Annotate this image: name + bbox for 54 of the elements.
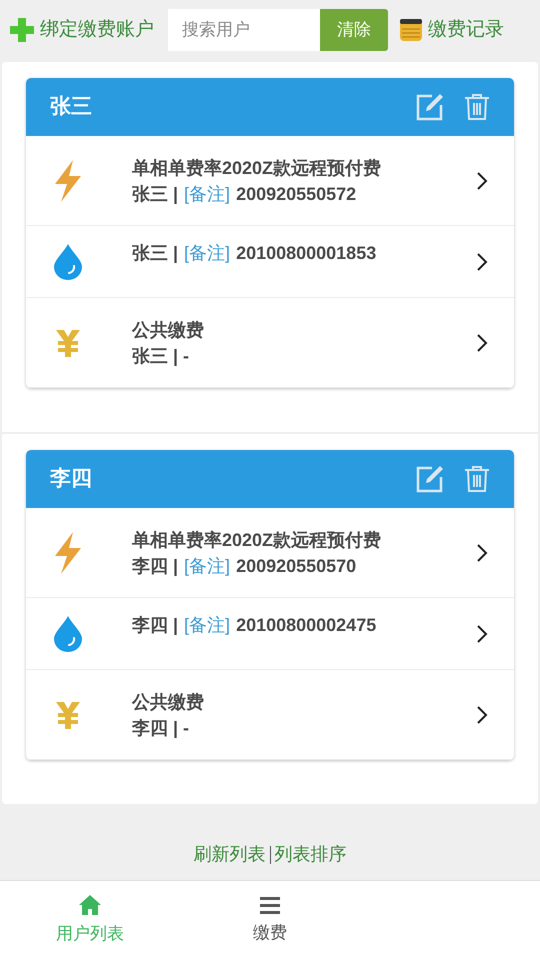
bottom-tab[interactable]: 缴费 [180, 881, 360, 960]
chevron-right-icon [476, 332, 488, 352]
owner-label: 李四 | - [132, 716, 190, 740]
bottom-tab[interactable]: 用户列表 [0, 881, 180, 960]
note-link[interactable]: [备注] [184, 240, 230, 266]
account-item[interactable]: 单相单费率2020Z款远程预付费 张三 | [备注] 200920550572 [26, 136, 514, 226]
yen-icon [53, 700, 83, 730]
chevron-right-icon [476, 170, 488, 190]
owner-label: 张三 | [132, 242, 178, 265]
item-title: 公共缴费 [132, 318, 204, 342]
yen-icon [53, 328, 83, 358]
list-icon [260, 896, 280, 914]
chevron-right-icon [476, 542, 488, 562]
account-number: 200920550570 [236, 554, 356, 578]
water-drop-icon [52, 616, 84, 652]
plus-icon [10, 18, 34, 42]
account-number: 200920550572 [236, 182, 356, 206]
lightning-icon [53, 532, 83, 574]
account-item[interactable]: 张三 | [备注] 20100800001853 [26, 226, 514, 298]
account-item[interactable]: 公共缴费 李四 | - [26, 670, 514, 760]
lightning-icon [53, 160, 83, 202]
owner-label: 李四 | [132, 554, 178, 578]
item-title: 单相单费率2020Z款远程预付费 [132, 156, 382, 180]
water-drop-icon [52, 244, 84, 280]
chevron-right-icon [476, 704, 488, 724]
notepad-icon [400, 19, 422, 41]
bind-account-button[interactable]: 绑定缴费账户 [10, 16, 154, 44]
trash-icon[interactable] [464, 93, 490, 121]
account-item[interactable]: 公共缴费 张三 | - [26, 298, 514, 388]
account-name: 李四 [50, 466, 92, 492]
item-title: 公共缴费 [132, 690, 204, 714]
trash-icon[interactable] [464, 465, 490, 493]
footer-link[interactable]: 刷新列表 [194, 841, 266, 868]
note-link[interactable]: [备注] [184, 552, 230, 578]
edit-icon[interactable] [416, 465, 444, 493]
payment-records-button[interactable]: 缴费记录 [400, 16, 504, 44]
note-link[interactable]: [备注] [184, 180, 230, 206]
footer-link[interactable]: 列表排序 [274, 841, 346, 868]
chevron-right-icon [476, 252, 488, 272]
note-link[interactable]: [备注] [184, 612, 230, 638]
home-icon [79, 894, 101, 915]
item-title: 单相单费率2020Z款远程预付费 [132, 528, 382, 552]
account-item[interactable]: 单相单费率2020Z款远程预付费 李四 | [备注] 200920550570 [26, 508, 514, 598]
account-name: 张三 [50, 94, 92, 120]
owner-label: 李四 | [132, 614, 178, 637]
owner-label: 张三 | [132, 182, 178, 206]
account-number: 20100800001853 [236, 242, 376, 265]
edit-icon[interactable] [416, 93, 444, 121]
account-item[interactable]: 李四 | [备注] 20100800002475 [26, 598, 514, 670]
owner-label: 张三 | - [132, 344, 190, 368]
clear-button[interactable]: 清除 [320, 9, 388, 51]
chevron-right-icon [476, 624, 488, 644]
search-field[interactable]: 搜索用户 [168, 9, 320, 51]
account-number: 20100800002475 [236, 614, 376, 637]
